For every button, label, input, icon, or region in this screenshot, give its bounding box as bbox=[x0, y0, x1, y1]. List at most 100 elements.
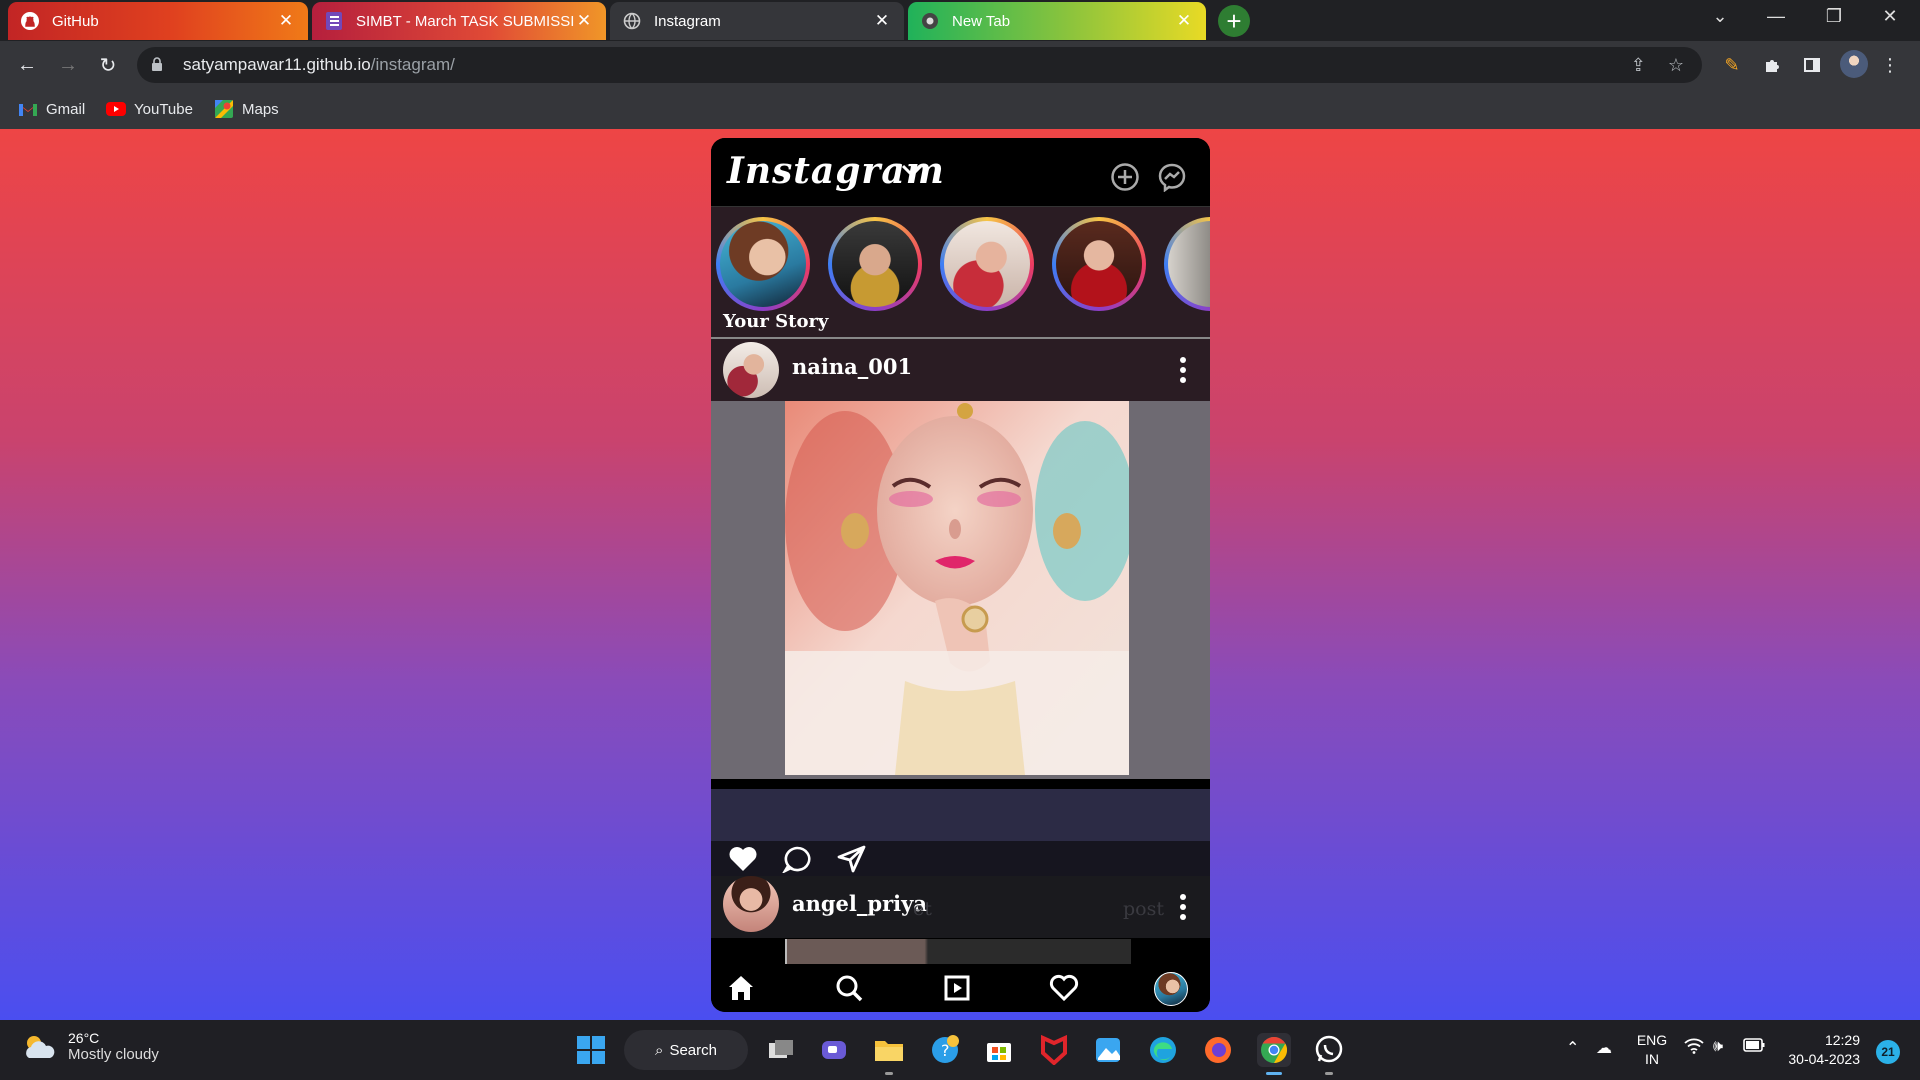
instagram-app: Instagram Your Story naina_001 angel_pri… bbox=[711, 138, 1210, 1012]
chrome-icon bbox=[920, 11, 940, 31]
close-tab-icon[interactable]: ✕ bbox=[574, 11, 594, 31]
chevron-down-icon[interactable] bbox=[901, 164, 923, 178]
file-explorer-icon[interactable] bbox=[872, 1033, 906, 1067]
cloudy-weather-icon bbox=[22, 1034, 56, 1060]
share-page-icon[interactable]: ⇪ bbox=[1631, 55, 1646, 76]
pen-extension-icon[interactable]: ✎ bbox=[1718, 51, 1746, 79]
task-view-icon[interactable] bbox=[764, 1033, 798, 1067]
windows-taskbar: 26°C Mostly cloudy ⌕ Search ? ⌃ ☁ ENG IN… bbox=[0, 1020, 1920, 1080]
chrome-menu-icon[interactable]: ⋮ bbox=[1876, 51, 1904, 79]
close-tab-icon[interactable]: ✕ bbox=[276, 11, 296, 31]
more-options-icon[interactable] bbox=[1180, 894, 1186, 924]
post-header: angel_priya et post bbox=[711, 876, 1210, 938]
globe-icon bbox=[622, 11, 642, 31]
bookmark-star-icon[interactable]: ☆ bbox=[1668, 55, 1684, 76]
teams-chat-icon[interactable] bbox=[817, 1033, 851, 1067]
bookmark-maps[interactable]: Maps bbox=[214, 97, 279, 121]
post-author-avatar[interactable] bbox=[723, 876, 779, 932]
address-bar[interactable]: satyampawar11.github.io /instagram/ ⇪ ☆ bbox=[137, 47, 1702, 83]
onedrive-offline-icon[interactable]: ☁ bbox=[1596, 1038, 1612, 1058]
activity-heart-icon[interactable] bbox=[1049, 973, 1079, 1003]
profile-avatar[interactable] bbox=[1840, 50, 1868, 78]
story-avatar bbox=[944, 221, 1030, 307]
new-tab-button[interactable]: + bbox=[1218, 5, 1250, 37]
story-item[interactable] bbox=[828, 217, 922, 311]
taskbar-search[interactable]: ⌕ Search bbox=[624, 1030, 748, 1070]
clock[interactable]: 12:29 30-04-2023 bbox=[1780, 1031, 1860, 1069]
copilot-help-icon[interactable]: ? bbox=[928, 1033, 962, 1067]
forms-icon bbox=[324, 11, 344, 31]
photos-icon[interactable] bbox=[1091, 1033, 1125, 1067]
extensions-puzzle-icon[interactable] bbox=[1758, 51, 1786, 79]
start-windows-icon[interactable] bbox=[574, 1033, 608, 1067]
app-header: Instagram bbox=[711, 138, 1210, 207]
profile-avatar[interactable] bbox=[1154, 972, 1188, 1006]
story-your-story[interactable] bbox=[716, 217, 810, 311]
weather-widget[interactable]: 26°C Mostly cloudy bbox=[22, 1030, 159, 1063]
story-item[interactable] bbox=[940, 217, 1034, 311]
story-avatar bbox=[720, 221, 806, 307]
more-options-icon[interactable] bbox=[1180, 357, 1186, 387]
tab-simbt[interactable]: SIMBT - March TASK SUBMISSION ✕ bbox=[312, 2, 606, 40]
story-avatar bbox=[832, 221, 918, 307]
lock-icon bbox=[151, 56, 167, 74]
wifi-icon[interactable] bbox=[1684, 1038, 1704, 1059]
close-tab-icon[interactable]: ✕ bbox=[1174, 11, 1194, 31]
taskbar-search-label: Search bbox=[669, 1041, 717, 1059]
story-item[interactable] bbox=[1052, 217, 1146, 311]
share-icon[interactable] bbox=[837, 845, 867, 873]
story-avatar bbox=[1056, 221, 1142, 307]
minimize-button[interactable]: — bbox=[1756, 6, 1796, 27]
input-language[interactable]: ENG IN bbox=[1632, 1031, 1672, 1069]
post-username[interactable]: angel_priya bbox=[792, 891, 927, 916]
tab-search-icon[interactable]: ⌄ bbox=[1700, 6, 1740, 27]
battery-icon[interactable] bbox=[1743, 1038, 1765, 1057]
edge-icon[interactable] bbox=[1146, 1033, 1180, 1067]
heart-icon[interactable] bbox=[728, 845, 758, 873]
back-button[interactable]: ← bbox=[13, 51, 41, 79]
bookmark-gmail[interactable]: Gmail bbox=[18, 97, 85, 121]
github-icon bbox=[20, 11, 40, 31]
story-item[interactable] bbox=[1164, 217, 1210, 311]
whatsapp-icon[interactable] bbox=[1312, 1033, 1346, 1067]
mcafee-icon[interactable] bbox=[1037, 1033, 1071, 1067]
post-photo[interactable] bbox=[785, 401, 1129, 775]
messenger-icon[interactable] bbox=[1157, 162, 1187, 192]
home-icon[interactable] bbox=[726, 973, 756, 1003]
running-indicator bbox=[885, 1072, 893, 1075]
volume-icon[interactable]: 🕪 bbox=[1713, 1038, 1723, 1056]
reload-button[interactable]: ↻ bbox=[94, 51, 122, 79]
show-hidden-icons-chevron[interactable]: ⌃ bbox=[1566, 1038, 1579, 1058]
tab-title: GitHub bbox=[52, 12, 99, 30]
firefox-icon[interactable] bbox=[1201, 1033, 1235, 1067]
bookmark-label: Gmail bbox=[46, 100, 86, 118]
comment-icon[interactable] bbox=[782, 845, 812, 873]
running-indicator bbox=[1325, 1072, 1333, 1075]
reels-icon[interactable] bbox=[942, 973, 972, 1003]
close-window-button[interactable]: ✕ bbox=[1870, 6, 1910, 27]
notification-count-badge[interactable]: 21 bbox=[1876, 1040, 1900, 1064]
stories-row: Your Story bbox=[711, 207, 1210, 339]
tab-new-tab[interactable]: New Tab ✕ bbox=[908, 2, 1206, 40]
post-author-avatar[interactable] bbox=[723, 342, 779, 398]
faded-text: et bbox=[913, 898, 932, 920]
clock-date: 30-04-2023 bbox=[1788, 1051, 1860, 1067]
add-post-icon[interactable] bbox=[1110, 162, 1140, 192]
chrome-taskbar-icon[interactable] bbox=[1257, 1033, 1291, 1067]
side-panel-icon[interactable] bbox=[1798, 51, 1826, 79]
restore-button[interactable]: ❐ bbox=[1814, 6, 1854, 27]
post-username[interactable]: naina_001 bbox=[792, 354, 912, 379]
bookmark-youtube[interactable]: YouTube bbox=[106, 97, 193, 121]
clock-time: 12:29 bbox=[1824, 1032, 1860, 1048]
language-code: ENG bbox=[1636, 1032, 1668, 1048]
close-tab-icon[interactable]: ✕ bbox=[872, 11, 892, 31]
forward-button[interactable]: → bbox=[54, 51, 82, 79]
tab-instagram[interactable]: Instagram ✕ bbox=[610, 2, 904, 40]
tab-github[interactable]: GitHub ✕ bbox=[8, 2, 308, 40]
search-icon[interactable] bbox=[834, 973, 864, 1003]
browser-toolbar: ← → ↻ satyampawar11.github.io /instagram… bbox=[0, 41, 1920, 89]
microsoft-store-icon[interactable] bbox=[982, 1033, 1016, 1067]
svg-text:?: ? bbox=[941, 1041, 950, 1060]
tab-title: New Tab bbox=[952, 12, 1011, 30]
bookmark-label: Maps bbox=[242, 100, 279, 118]
